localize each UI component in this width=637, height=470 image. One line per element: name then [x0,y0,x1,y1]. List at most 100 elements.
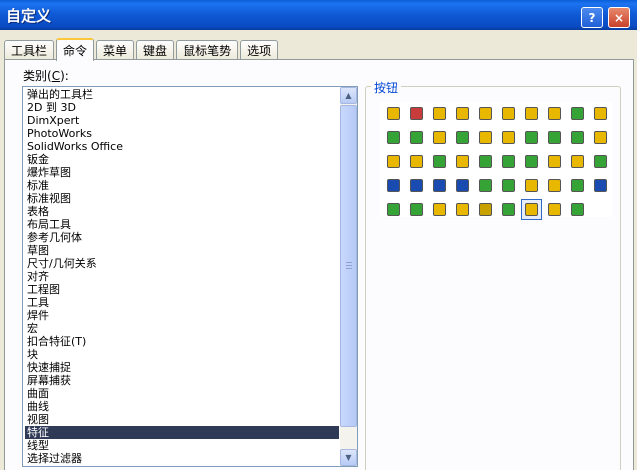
curve-driven-icon[interactable] [498,199,519,220]
label-mnemonic: C [51,69,61,83]
mirror-icon[interactable] [475,151,496,172]
rib-icon[interactable] [452,127,473,148]
category-item[interactable]: 特征 [25,426,339,439]
fillet-icon[interactable] [406,127,427,148]
vertical-scrollbar[interactable]: ▲ ▼ [340,87,357,466]
category-item[interactable]: SolidWorks Office [25,140,339,153]
freeze-bar-icon[interactable] [475,199,496,220]
combine-icon[interactable] [498,175,519,196]
category-item[interactable]: 布局工具 [25,218,339,231]
cavity-icon[interactable] [452,199,473,220]
cosmetic-thread-icon[interactable] [406,151,427,172]
tab-keyboard[interactable]: 键盘 [136,40,175,60]
category-item[interactable]: 块 [25,348,339,361]
revolved-cut-icon[interactable] [544,103,565,124]
category-item[interactable]: 曲线 [25,400,339,413]
indent-icon[interactable] [544,175,565,196]
move-face-icon[interactable] [498,151,519,172]
label-suffix: ): [60,69,69,83]
tab-commands[interactable]: 命令 [56,38,95,61]
split-line-icon[interactable] [590,127,611,148]
icon-glyph [433,155,446,168]
intersect-icon[interactable] [521,175,542,196]
category-item[interactable]: PhotoWorks [25,127,339,140]
replace-face-icon[interactable] [544,151,565,172]
flex-icon[interactable] [567,151,588,172]
category-item[interactable]: 表格 [25,205,339,218]
icon-glyph [479,179,492,192]
rollback-icon[interactable] [567,199,588,220]
scale-icon[interactable] [567,175,588,196]
deform-icon[interactable] [590,151,611,172]
category-item[interactable]: 扣合特征(T) [25,335,339,348]
category-item[interactable]: 工程图 [25,283,339,296]
category-item[interactable]: 参考几何体 [25,231,339,244]
simple-hole-icon[interactable] [383,151,404,172]
swept-cut-icon[interactable] [567,103,588,124]
tab-toolbars[interactable]: 工具栏 [4,40,55,60]
thicken-icon[interactable] [498,103,519,124]
tab-label: 鼠标笔势 [183,44,232,58]
swept-boss-icon[interactable] [429,103,450,124]
fill-pattern-icon[interactable] [452,175,473,196]
boundary-boss-icon[interactable] [475,103,496,124]
lofted-boss-icon[interactable] [452,103,473,124]
close-button[interactable]: × [608,7,630,28]
category-item[interactable]: 屏幕捕获 [25,374,339,387]
icon-glyph [502,107,515,120]
wrap-icon[interactable] [567,127,588,148]
category-item[interactable]: 工具 [25,296,339,309]
title-bar: 自定义 ? × [0,0,637,30]
split-icon[interactable] [406,199,427,220]
category-item[interactable]: 标准视图 [25,192,339,205]
extruded-cut-icon[interactable] [521,103,542,124]
category-item[interactable]: 标准 [25,179,339,192]
instant3d-icon[interactable] [521,199,542,220]
category-item[interactable]: DimXpert [25,114,339,127]
feature-works-icon[interactable] [544,199,565,220]
chamfer-icon[interactable] [429,127,450,148]
help-button[interactable]: ? [581,7,603,28]
sketch-pattern-icon[interactable] [406,175,427,196]
dome-icon[interactable] [544,127,565,148]
draft-icon[interactable] [498,127,519,148]
category-item[interactable]: 快速捕捉 [25,361,339,374]
hole-wizard-icon[interactable] [521,127,542,148]
category-item[interactable]: 视图 [25,413,339,426]
extruded-boss-icon[interactable] [383,103,404,124]
tab-mouse-gestures[interactable]: 鼠标笔势 [176,40,239,60]
lofted-cut-icon[interactable] [590,103,611,124]
boundary-cut-icon[interactable] [383,127,404,148]
design-table-icon[interactable] [590,175,611,196]
tab-menus[interactable]: 菜单 [96,40,135,60]
tab-options[interactable]: 选项 [240,40,279,60]
delete-face-icon[interactable] [521,151,542,172]
move-copy-icon[interactable] [429,199,450,220]
curve-pattern-icon[interactable] [383,175,404,196]
category-item[interactable]: 选择过滤器 [25,452,339,465]
category-item[interactable]: 宏 [25,322,339,335]
categories-listbox[interactable]: 弹出的工具栏 2D 到 3D DimXpert PhotoWorks SolidWork… [22,86,358,467]
icon-glyph [548,131,561,144]
circular-pattern-icon[interactable] [452,151,473,172]
table-pattern-icon[interactable] [429,175,450,196]
scroll-thumb[interactable] [340,105,357,427]
category-item[interactable]: 焊件 [25,309,339,322]
category-item[interactable]: 草图 [25,244,339,257]
category-item[interactable]: 对齐 [25,270,339,283]
category-item[interactable]: 弹出的工具栏 [25,88,339,101]
category-item[interactable]: 钣金 [25,153,339,166]
scroll-up-button[interactable]: ▲ [340,87,357,104]
category-item[interactable]: 线型 [25,439,339,452]
buttons-icon-pane [380,102,612,220]
linear-pattern-icon[interactable] [429,151,450,172]
dimension-pattern-icon[interactable] [475,175,496,196]
category-item[interactable]: 爆炸草图 [25,166,339,179]
shell-icon[interactable] [475,127,496,148]
category-item[interactable]: 2D 到 3D [25,101,339,114]
library-feature-icon[interactable] [383,199,404,220]
category-item[interactable]: 曲面 [25,387,339,400]
category-item[interactable]: 尺寸/几何关系 [25,257,339,270]
revolved-boss-icon[interactable] [406,103,427,124]
scroll-down-button[interactable]: ▼ [340,449,357,466]
